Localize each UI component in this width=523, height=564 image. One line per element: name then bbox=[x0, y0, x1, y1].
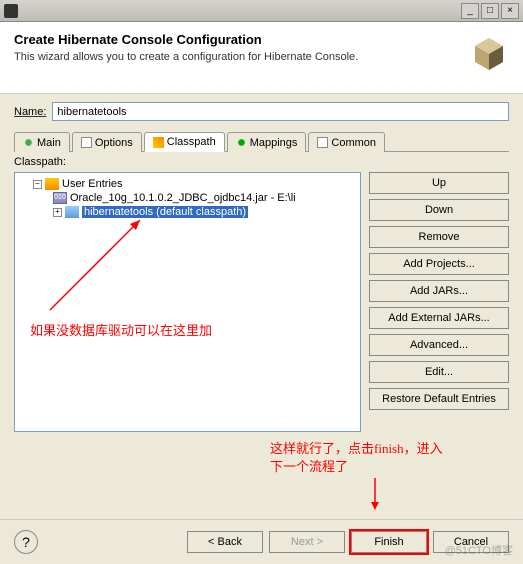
tree-label: User Entries bbox=[62, 178, 123, 190]
expand-icon[interactable]: + bbox=[53, 208, 62, 217]
common-icon bbox=[317, 137, 328, 148]
page-subtitle: This wizard allows you to create a confi… bbox=[14, 51, 509, 63]
wizard-header: Create Hibernate Console Configuration T… bbox=[0, 22, 523, 94]
hibernate-logo-icon bbox=[469, 36, 509, 76]
tree-label: Oracle_10g_10.1.0.2_JDBC_ojdbc14.jar - E… bbox=[70, 192, 296, 204]
tab-label: Mappings bbox=[250, 137, 298, 149]
add-projects-button[interactable]: Add Projects... bbox=[369, 253, 509, 275]
tab-classpath[interactable]: Classpath bbox=[144, 132, 225, 152]
tab-label: Options bbox=[95, 137, 133, 149]
tree-label-selected: hibernatetools (default classpath) bbox=[82, 206, 248, 218]
tree-item-jar[interactable]: 010 Oracle_10g_10.1.0.2_JDBC_ojdbc14.jar… bbox=[53, 191, 356, 205]
down-button[interactable]: Down bbox=[369, 199, 509, 221]
page-title: Create Hibernate Console Configuration bbox=[14, 32, 509, 47]
close-button[interactable]: × bbox=[501, 3, 519, 19]
restore-default-button[interactable]: Restore Default Entries bbox=[369, 388, 509, 410]
advanced-button[interactable]: Advanced... bbox=[369, 334, 509, 356]
tab-bar: Main Options Classpath Mappings Common bbox=[14, 131, 509, 152]
tab-common[interactable]: Common bbox=[308, 132, 385, 152]
name-label: Name: bbox=[14, 106, 46, 118]
jar-icon: 010 bbox=[53, 192, 67, 204]
app-icon bbox=[4, 4, 18, 18]
options-icon bbox=[81, 137, 92, 148]
titlebar: _ □ × bbox=[0, 0, 523, 22]
remove-button[interactable]: Remove bbox=[369, 226, 509, 248]
tab-main[interactable]: Main bbox=[14, 132, 70, 152]
mappings-icon bbox=[236, 137, 247, 148]
name-row: Name: bbox=[14, 102, 509, 121]
tab-label: Common bbox=[331, 137, 376, 149]
add-external-jars-button[interactable]: Add External JARs... bbox=[369, 307, 509, 329]
add-jars-button[interactable]: Add JARs... bbox=[369, 280, 509, 302]
tab-options[interactable]: Options bbox=[72, 132, 142, 152]
classpath-icon bbox=[153, 137, 164, 148]
annotation-text-right: 这样就行了，点击finish，进入下一个流程了 bbox=[270, 440, 450, 476]
finish-button[interactable]: Finish bbox=[351, 531, 427, 553]
tree-item-user-entries[interactable]: − User Entries bbox=[33, 177, 356, 191]
up-button[interactable]: Up bbox=[369, 172, 509, 194]
tab-label: Main bbox=[37, 137, 61, 149]
run-icon bbox=[23, 137, 34, 148]
folder-icon bbox=[45, 178, 59, 190]
button-column: Up Down Remove Add Projects... Add JARs.… bbox=[369, 172, 509, 432]
back-button[interactable]: < Back bbox=[187, 531, 263, 553]
tab-mappings[interactable]: Mappings bbox=[227, 132, 307, 152]
edit-button[interactable]: Edit... bbox=[369, 361, 509, 383]
maximize-button[interactable]: □ bbox=[481, 3, 499, 19]
help-button[interactable]: ? bbox=[14, 530, 38, 554]
classpath-tree[interactable]: − User Entries 010 Oracle_10g_10.1.0.2_J… bbox=[14, 172, 361, 432]
tree-item-default-classpath[interactable]: + hibernatetools (default classpath) bbox=[53, 205, 356, 219]
annotation-arrow-right bbox=[365, 478, 385, 513]
watermark: @51CTO博客 bbox=[445, 542, 513, 558]
collapse-icon[interactable]: − bbox=[33, 180, 42, 189]
wizard-content: Name: Main Options Classpath Mappings Co… bbox=[0, 94, 523, 440]
classpath-label: Classpath: bbox=[14, 156, 509, 168]
project-icon bbox=[65, 206, 79, 218]
classpath-panel: − User Entries 010 Oracle_10g_10.1.0.2_J… bbox=[14, 172, 509, 432]
tab-label: Classpath bbox=[167, 136, 216, 148]
name-input[interactable] bbox=[52, 102, 509, 121]
next-button: Next > bbox=[269, 531, 345, 553]
minimize-button[interactable]: _ bbox=[461, 3, 479, 19]
